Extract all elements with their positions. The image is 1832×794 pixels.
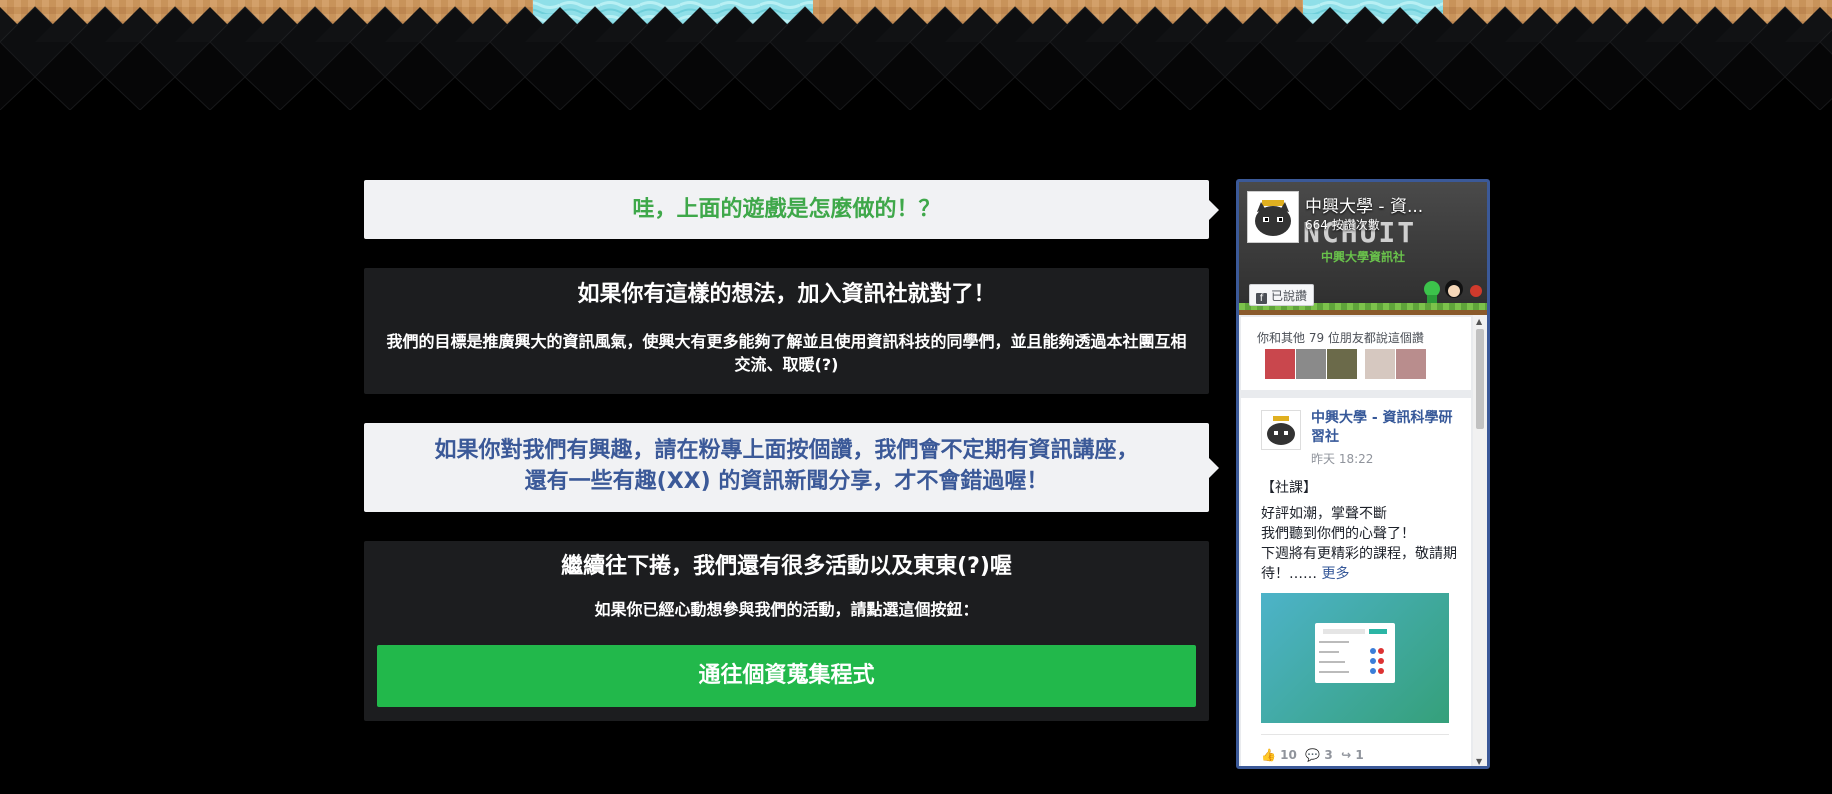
fb-feed: 你和其他 79 位朋友都說這個讚 中興大學 - 資訊科學研習社 昨天 18:22… (1239, 315, 1487, 766)
join-card: 如果你有這樣的想法，加入資訊社就對了！ 我們的目標是推廣興大的資訊風氣，使興大有… (364, 268, 1209, 394)
facebook-f-icon: f (1256, 293, 1267, 304)
post-page-name[interactable]: 中興大學 - 資訊科學研習社 (1311, 409, 1461, 447)
facebook-page-plugin: NCHUIT 中興大學資訊社 中興大學 - 資... 664 按讚次數 f 已說讚… (1236, 179, 1490, 769)
see-more-link[interactable]: 更多 (1321, 566, 1349, 582)
like-page-card: 如果你對我們有興趣，請在粉專上面按個讚，我們會不定期有資訊講座， 還有一些有趣(… (364, 423, 1219, 512)
friend-avatar[interactable] (1327, 349, 1357, 379)
form-screenshot (1315, 623, 1395, 683)
share-count: 1 (1355, 748, 1364, 762)
post-timestamp[interactable]: 昨天 18:22 (1311, 450, 1373, 467)
like-text-line-1: 如果你對我們有興趣，請在粉專上面按個讚，我們會不定期有資訊講座， (434, 438, 1139, 463)
scroll-up-icon[interactable]: ▲ (1476, 318, 1482, 326)
scroll-card: 繼續往下捲，我們還有很多活動以及東東(?)喔 如果你已經心動想參與我們的活動，請… (364, 541, 1209, 721)
fb-scrollbar[interactable]: ▲ ▼ (1473, 315, 1487, 766)
comment-icon[interactable]: 💬 (1305, 748, 1320, 762)
question-card: 哇，上面的遊戲是怎麼做的！？ (364, 180, 1219, 239)
friend-avatar[interactable] (1296, 349, 1326, 379)
post-body: 【社課】 好評如潮，掌聲不斷 我們聽到你們的心聲了！ 下週將有更精彩的課程，敬請… (1261, 478, 1461, 584)
post-line: 好評如潮，掌聲不斷 (1261, 506, 1387, 522)
friend-avatar[interactable] (1396, 349, 1426, 379)
join-heading: 如果你有這樣的想法，加入資訊社就對了！ (577, 282, 996, 307)
share-arrow-icon[interactable]: ↪ (1341, 748, 1351, 762)
post-line: 【社課】 (1261, 480, 1317, 496)
liked-label: 已說讚 (1271, 289, 1308, 303)
card-arrow (1209, 199, 1219, 220)
scrollbar-thumb[interactable] (1476, 329, 1484, 429)
scroll-down-icon[interactable]: ▼ (1476, 758, 1482, 766)
card-arrow (1209, 457, 1219, 478)
scroll-description: 如果你已經心動想參與我們的活動，請點選這個按鈕： (594, 600, 979, 619)
fb-likes-count: 664 按讚次數 (1305, 218, 1380, 232)
fb-post: 中興大學 - 資訊科學研習社 昨天 18:22 【社課】 好評如潮，掌聲不斷 我… (1241, 398, 1471, 766)
post-page-avatar[interactable] (1261, 410, 1301, 450)
comment-count: 3 (1324, 748, 1333, 762)
cover-characters (1424, 280, 1482, 303)
pixel-zigzag-banner (0, 0, 1832, 110)
game-banner (0, 0, 1832, 110)
fb-page-name[interactable]: 中興大學 - 資... (1305, 192, 1445, 217)
question-title: 哇，上面的遊戲是怎麼做的！？ (632, 197, 941, 222)
like-text-line-2: 還有一些有趣(XX) 的資訊新聞分享，才不會錯過喔！ (524, 469, 1049, 494)
thumbs-up-icon[interactable]: 👍 (1261, 748, 1276, 762)
post-image[interactable] (1261, 593, 1449, 723)
friend-avatar[interactable] (1265, 349, 1295, 379)
black-cat-logo-icon (1267, 416, 1295, 445)
friends-like-text: 你和其他 79 位朋友都說這個讚 (1257, 331, 1424, 345)
post-line: 下週將有更精彩的課程，敬請期待！…… 更多 (1261, 546, 1457, 582)
cover-sub-text: 中興大學資訊社 (1321, 250, 1406, 264)
post-stats: 👍 10 💬 3 ↪ 1 (1261, 748, 1364, 762)
join-form-button[interactable]: 通往個資蒐集程式 (377, 645, 1196, 707)
friends-like-box: 你和其他 79 位朋友都說這個讚 (1241, 317, 1471, 390)
black-cat-logo-icon (1255, 200, 1291, 236)
page-avatar[interactable] (1247, 191, 1299, 243)
fb-cover[interactable]: NCHUIT 中興大學資訊社 中興大學 - 資... 664 按讚次數 f 已說讚 (1239, 182, 1487, 315)
liked-button[interactable]: f 已說讚 (1249, 284, 1315, 306)
scroll-heading: 繼續往下捲，我們還有很多活動以及東東(?)喔 (561, 554, 1012, 579)
friend-avatar[interactable] (1365, 349, 1395, 379)
join-description: 我們的目標是推廣興大的資訊風氣，使興大有更多能夠了解並且使用資訊科技的同學們，並… (386, 332, 1187, 374)
like-count: 10 (1280, 748, 1297, 762)
post-line: 我們聽到你們的心聲了！ (1261, 526, 1415, 542)
